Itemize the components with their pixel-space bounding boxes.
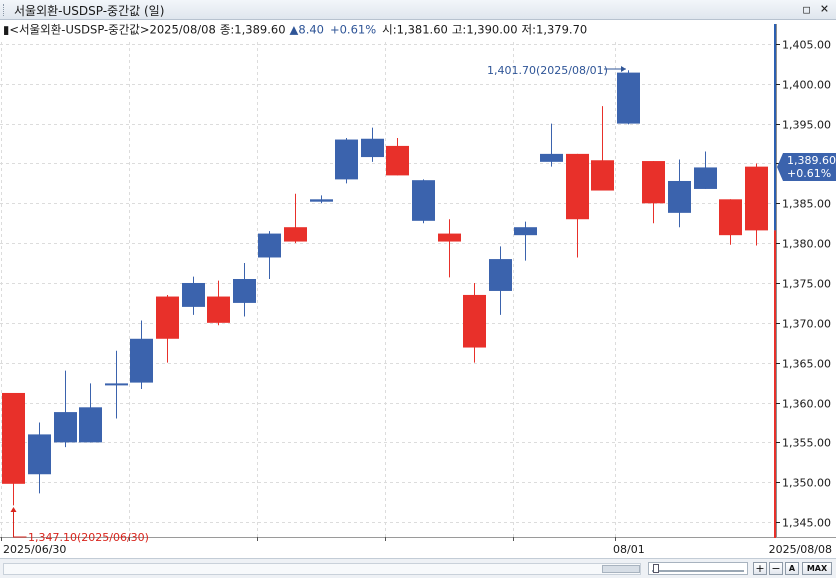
candle-body <box>28 434 51 475</box>
window-titlebar: 서울외환-USDSP-중간값 (일) □ × <box>0 0 836 20</box>
y-tick-label: 1,360.00 <box>782 398 831 411</box>
candle-body <box>284 227 307 242</box>
high-annotation: 1,401.70(2025/08/01) <box>487 64 626 77</box>
candle-body <box>335 139 358 180</box>
restore-icon: □ <box>803 3 810 16</box>
high-arrowhead-icon <box>621 66 626 72</box>
last-price-pct: +0.61% <box>787 167 831 180</box>
candle-body <box>745 166 768 231</box>
y-tick-label: 1,365.00 <box>782 358 831 371</box>
candle-body <box>642 161 665 204</box>
zoom-auto-button[interactable]: A <box>785 562 799 575</box>
x-label-end: 2025/08/08 <box>769 543 832 556</box>
chart-grid <box>0 44 774 523</box>
candle-body <box>412 180 435 221</box>
candle-body <box>361 138 384 158</box>
x-label-mid: 08/01 <box>613 543 645 556</box>
y-tick-label: 1,350.00 <box>782 477 831 490</box>
candle-body <box>54 412 77 443</box>
drag-grip-icon[interactable] <box>3 4 7 16</box>
low-arrowhead-icon <box>10 507 17 512</box>
info-close: 1,389.60 <box>234 23 285 37</box>
y-tick-label: 1,380.00 <box>782 238 831 251</box>
horizontal-scrollbar[interactable] <box>3 563 641 575</box>
scrollbar-thumb[interactable] <box>602 565 640 573</box>
candlestick-chart[interactable]: 1,345.00 1,350.00 1,355.00 1,360.00 1,365.00… <box>0 20 836 558</box>
candle-body <box>489 259 512 291</box>
info-line: ▮<서울외환-USDSP-중간값>2025/08/08 종:1,389.60 ▲8.… <box>3 23 587 37</box>
candle-body <box>719 199 742 236</box>
info-open: 1,381.60 <box>397 23 448 37</box>
y-tick-label: 1,385.00 <box>782 198 831 211</box>
zoom-in-button[interactable]: + <box>753 562 767 575</box>
candle-body <box>591 160 614 191</box>
candle-body <box>258 233 281 258</box>
candle-body <box>79 407 102 443</box>
info-low-label: 저: <box>522 23 536 37</box>
last-price-value: 1,389.60 <box>787 154 836 167</box>
candle-body <box>540 153 563 162</box>
close-icon: × <box>820 1 829 17</box>
last-price-box: 1,389.60 +0.61% <box>777 153 836 181</box>
low-annotation: 1,347.10(2025/06/30) <box>10 507 149 544</box>
candle-body <box>438 233 461 242</box>
x-label-start: 2025/06/30 <box>3 543 66 556</box>
zoom-slider[interactable] <box>648 562 748 575</box>
candle-body <box>386 145 409 176</box>
high-annotation-label: 1,401.70(2025/08/01) <box>487 64 608 77</box>
zoom-slider-track <box>652 570 744 572</box>
info-change-symbol: ▲ <box>290 23 299 37</box>
candle-body <box>668 180 691 213</box>
candle-body <box>617 72 640 124</box>
bottom-toolbar: + − A MAX <box>0 558 836 578</box>
window-title: 서울외환-USDSP-중간값 (일) <box>14 4 165 18</box>
candle-body <box>130 338 153 383</box>
y-tick-label: 1,370.00 <box>782 318 831 331</box>
info-change: 8.40 <box>298 23 324 37</box>
candle-body <box>694 167 717 189</box>
y-tick-label: 1,400.00 <box>782 79 831 92</box>
candle-body <box>2 392 25 484</box>
info-date: 2025/08/08 <box>150 23 216 37</box>
info-high: 1,390.00 <box>466 23 517 37</box>
info-low: 1,379.70 <box>536 23 587 37</box>
y-axis-current-blue-segment <box>774 24 776 231</box>
candle-body <box>566 153 589 220</box>
y-tick-label: 1,375.00 <box>782 278 831 291</box>
candle-body <box>207 296 230 323</box>
zoom-max-button[interactable]: MAX <box>802 562 832 575</box>
info-close-label: 종: <box>220 23 234 37</box>
y-tick-label: 1,345.00 <box>782 517 831 530</box>
candle-body <box>156 296 179 339</box>
candle-body <box>105 383 128 386</box>
y-tick-label: 1,405.00 <box>782 39 831 52</box>
info-high-label: 고: <box>452 23 466 37</box>
restore-window-button[interactable]: □ <box>800 3 813 16</box>
y-axis-labels: 1,345.00 1,350.00 1,355.00 1,360.00 1,365.00… <box>776 39 831 530</box>
candle-body <box>182 282 205 307</box>
y-tick-label: 1,355.00 <box>782 437 831 450</box>
y-tick-label: 1,395.00 <box>782 119 831 132</box>
close-window-button[interactable]: × <box>818 1 831 17</box>
candle-body <box>463 294 486 348</box>
candle-body <box>514 227 537 236</box>
candle-body <box>233 279 256 303</box>
x-grid <box>1 42 616 537</box>
info-open-label: 시: <box>382 23 396 37</box>
zoom-slider-knob[interactable] <box>653 564 659 573</box>
zoom-out-button[interactable]: − <box>769 562 783 575</box>
info-change-pct: +0.61% <box>330 23 376 37</box>
info-series-label: <서울외환-USDSP-중간값> <box>9 23 149 37</box>
y-axis-current-red-segment <box>774 230 776 538</box>
candle-body <box>310 199 333 202</box>
